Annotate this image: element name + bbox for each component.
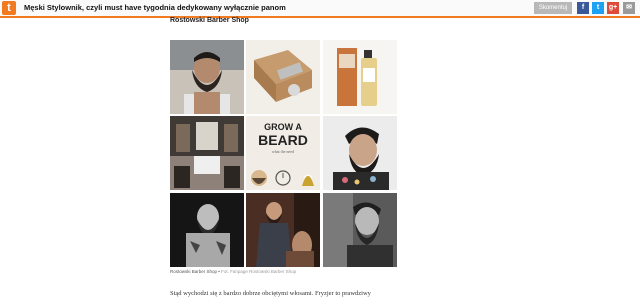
site-logo[interactable]: t [2, 1, 16, 15]
gallery-image-grow-a-beard-poster[interactable]: GROW A BEARD what the need [246, 116, 320, 190]
article-heading: Rostowski Barber Shop [170, 17, 249, 24]
caption-text: Rostowski Barber Shop [170, 269, 218, 274]
poster-text-line3: what the need [272, 149, 294, 154]
twitter-icon[interactable]: t [592, 2, 604, 14]
facebook-icon[interactable]: f [577, 2, 589, 14]
article-body-text: Stąd wychodzi się z bardzo dobrze obcięt… [170, 290, 371, 297]
caption-credit: Fot. Fanpage Rostowski Barber Shop [221, 269, 297, 274]
gallery-image-shaving-kit[interactable] [246, 40, 320, 114]
gallery-caption: Rostowski Barber Shop • Fot. Fanpage Ros… [170, 269, 296, 274]
gallery-image-bearded-profile[interactable] [323, 116, 397, 190]
google-plus-icon[interactable]: g+ [607, 2, 619, 14]
gallery-image-man-in-suit[interactable] [246, 193, 320, 267]
page-title: Męski Stylownik, czyli must have tygodni… [24, 3, 286, 12]
gallery-image-bearded-bw[interactable] [323, 193, 397, 267]
gallery-image-bearded-man[interactable] [170, 40, 244, 114]
gallery-image-tattooed-man[interactable] [170, 193, 244, 267]
comment-button[interactable]: Skomentuj [534, 2, 572, 14]
mail-icon[interactable]: ✉ [623, 2, 635, 14]
top-bar: t Męski Stylownik, czyli must have tygod… [0, 0, 640, 18]
gallery-image-perfume-bottle[interactable] [323, 40, 397, 114]
poster-text-line2: BEARD [258, 132, 308, 148]
poster-text-line1: GROW A [264, 122, 302, 132]
gallery-image-barber-interior[interactable] [170, 116, 244, 190]
